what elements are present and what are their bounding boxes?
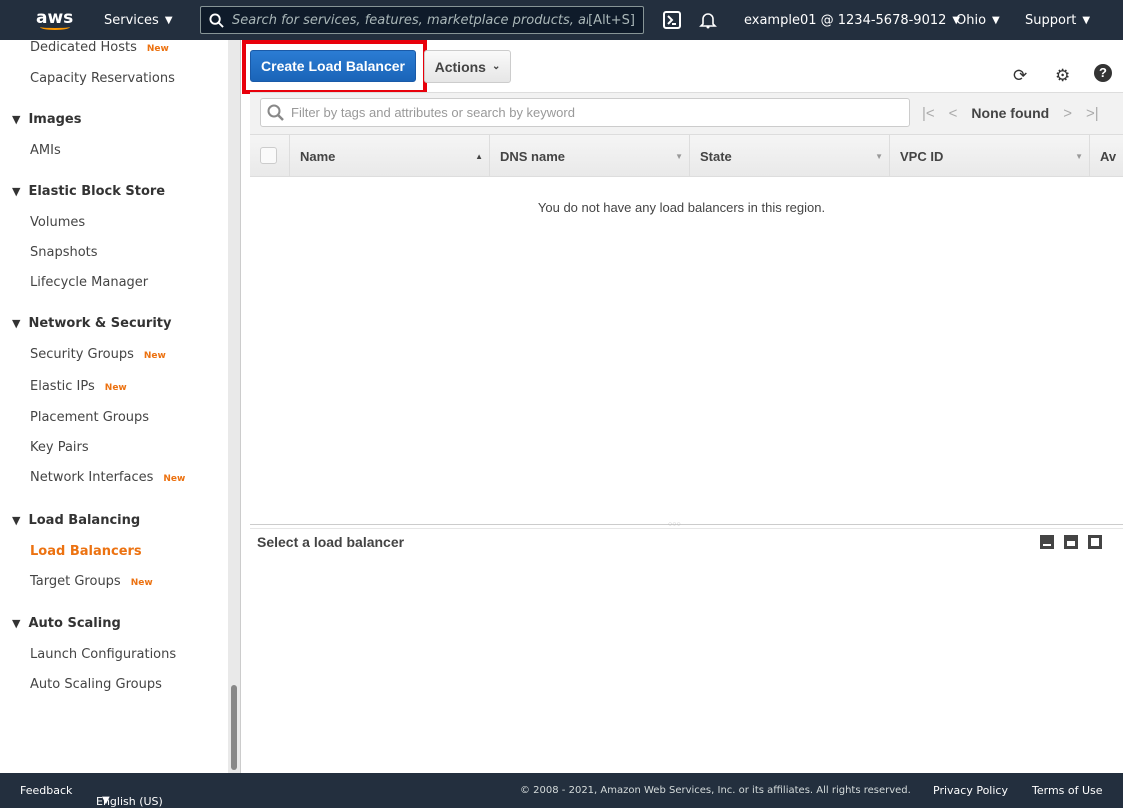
search-input[interactable]: Search for services, features, marketpla… <box>200 6 644 34</box>
empty-message: You do not have any load balancers in th… <box>537 200 826 215</box>
sidebar-item-capacity-reservations[interactable]: Capacity Reservations <box>30 71 175 87</box>
new-badge: New <box>130 578 153 588</box>
sidebar-item-load-balancers[interactable]: Load Balancers <box>30 544 142 560</box>
top-nav: aws Services ▼ Search for services, featu… <box>0 0 1123 40</box>
first-page-icon[interactable]: |< <box>922 105 935 122</box>
refresh-icon[interactable]: ⟳ <box>1013 66 1027 86</box>
bell-icon[interactable] <box>699 0 717 40</box>
feedback-link[interactable]: Feedback <box>20 784 72 797</box>
caret-down-icon: ▼ <box>12 317 21 330</box>
sidebar-section-elastic-block-store[interactable]: ▼ Elastic Block Store <box>12 184 165 200</box>
sidebar-item-lifecycle-manager[interactable]: Lifecycle Manager <box>30 275 148 291</box>
caret-down-icon: ▼ <box>12 113 21 126</box>
pane-minimize-icon[interactable] <box>1040 535 1054 549</box>
table-header: Name ▲ DNS name ▼ State ▼ VPC ID ▼ Av <box>250 134 1123 177</box>
next-page-icon[interactable]: > <box>1063 105 1072 122</box>
actions-button[interactable]: Actions ⌄ <box>424 50 511 83</box>
pagination: |< < None found > >| <box>922 104 1099 122</box>
terms-link[interactable]: Terms of Use <box>1032 784 1103 797</box>
filter-input[interactable]: Filter by tags and attributes or search … <box>260 98 910 127</box>
caret-down-icon: ▼ <box>12 185 21 198</box>
prev-page-icon[interactable]: < <box>949 105 958 122</box>
sidebar-item-placement-groups[interactable]: Placement Groups <box>30 410 149 426</box>
sidebar-item-elastic-ips[interactable]: Elastic IPs New <box>30 379 127 396</box>
detail-title: Select a load balancer <box>257 534 405 550</box>
sidebar-item-volumes[interactable]: Volumes <box>30 215 85 231</box>
help-icon[interactable]: ? <box>1094 64 1112 82</box>
caret-down-icon: ▼ <box>12 514 21 527</box>
sort-icon: ▼ <box>675 151 683 161</box>
filter-bar: Filter by tags and attributes or search … <box>250 92 1123 134</box>
caret-down-icon: ▼ <box>1082 14 1091 26</box>
column-vpc-id[interactable]: VPC ID ▼ <box>889 135 1089 177</box>
splitter-grip-icon[interactable]: ○○○ <box>668 521 681 528</box>
caret-down-icon: ▼ <box>12 617 21 630</box>
sidebar-section-network-security[interactable]: ▼ Network & Security <box>12 316 171 332</box>
column-availability-zones[interactable]: Av <box>1089 135 1123 177</box>
scrollbar-thumb[interactable] <box>231 685 237 770</box>
sidebar-item-launch-configurations[interactable]: Launch Configurations <box>30 647 176 663</box>
sidebar-item-key-pairs[interactable]: Key Pairs <box>30 440 89 456</box>
caret-down-icon: ▼ <box>992 14 1000 26</box>
column-dns-name[interactable]: DNS name ▼ <box>489 135 689 177</box>
sort-icon: ▼ <box>875 151 883 161</box>
account-menu[interactable]: example01 @ 1234-5678-9012 ▼ <box>744 0 960 40</box>
last-page-icon[interactable]: >| <box>1086 105 1099 122</box>
column-name[interactable]: Name ▲ <box>289 135 489 177</box>
sidebar: Dedicated Hosts New Capacity Reservations ▼… <box>0 40 228 773</box>
caret-down-icon: ▼ <box>102 795 110 806</box>
new-badge: New <box>163 474 186 484</box>
sort-asc-icon: ▲ <box>475 151 483 161</box>
new-badge: New <box>143 351 166 361</box>
pane-half-icon[interactable] <box>1064 535 1078 549</box>
column-state[interactable]: State ▼ <box>689 135 889 177</box>
sidebar-item-snapshots[interactable]: Snapshots <box>30 245 98 261</box>
sidebar-item-amis[interactable]: AMIs <box>30 143 61 159</box>
pane-splitter[interactable] <box>250 524 1123 525</box>
main-panel: Create Load Balancer Actions ⌄ ⟳ ⚙ ? Filt… <box>242 40 1123 773</box>
gear-icon[interactable]: ⚙ <box>1055 66 1070 86</box>
privacy-link[interactable]: Privacy Policy <box>933 784 1008 797</box>
create-load-balancer-button[interactable]: Create Load Balancer <box>250 50 416 82</box>
search-icon <box>267 104 284 121</box>
new-badge: New <box>104 383 127 393</box>
new-badge: New <box>146 44 169 54</box>
cloudshell-icon[interactable] <box>663 0 681 40</box>
copyright: © 2008 - 2021, Amazon Web Services, Inc.… <box>520 785 911 796</box>
sidebar-item-dedicated-hosts[interactable]: Dedicated Hosts New <box>30 40 169 57</box>
search-icon <box>209 12 224 28</box>
chevron-down-icon: ⌄ <box>491 61 501 72</box>
caret-down-icon: ▼ <box>164 14 173 26</box>
sidebar-section-images[interactable]: ▼ Images <box>12 112 81 128</box>
sidebar-item-auto-scaling-groups[interactable]: Auto Scaling Groups <box>30 677 162 693</box>
sort-icon: ▼ <box>1075 151 1083 161</box>
footer: Feedback English (US) ▼ © 2008 - 2021, Am… <box>0 773 1123 808</box>
region-menu[interactable]: Ohio ▼ <box>956 0 1000 40</box>
pane-maximize-icon[interactable] <box>1088 535 1102 549</box>
sidebar-section-auto-scaling[interactable]: ▼ Auto Scaling <box>12 616 121 632</box>
aws-logo[interactable]: aws <box>36 0 73 40</box>
sidebar-item-network-interfaces[interactable]: Network Interfaces New <box>30 470 185 487</box>
services-menu[interactable]: Services ▼ <box>104 0 173 40</box>
support-menu[interactable]: Support ▼ <box>1025 0 1090 40</box>
sidebar-scrollbar[interactable] <box>228 40 241 773</box>
sidebar-section-load-balancing[interactable]: ▼ Load Balancing <box>12 513 140 529</box>
select-all-checkbox[interactable] <box>260 147 277 164</box>
sidebar-item-target-groups[interactable]: Target Groups New <box>30 574 153 591</box>
sidebar-item-security-groups[interactable]: Security Groups New <box>30 347 166 364</box>
